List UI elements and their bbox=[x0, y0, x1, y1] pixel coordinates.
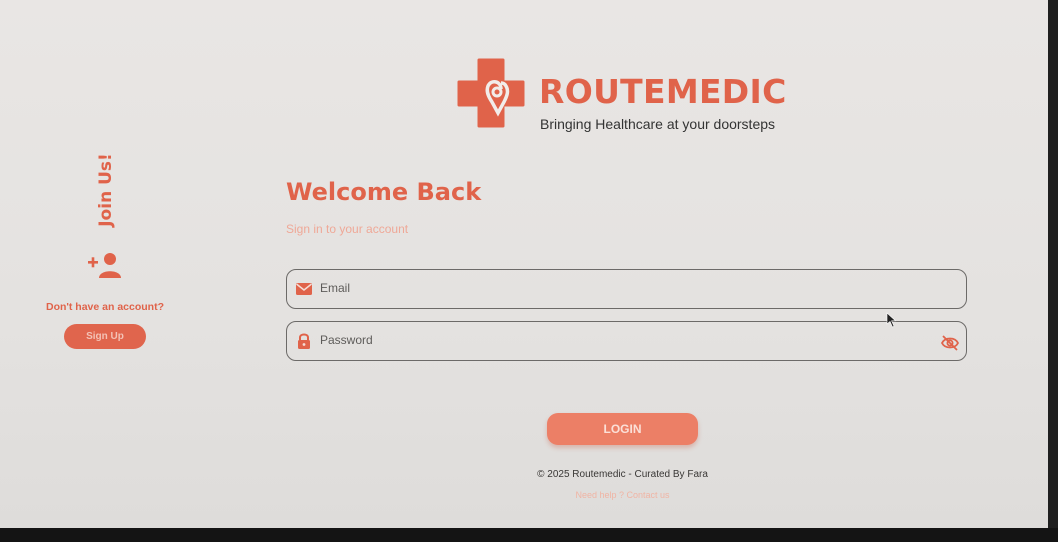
email-placeholder: Email bbox=[320, 281, 351, 295]
sign-up-button[interactable]: Sign Up bbox=[64, 324, 146, 349]
password-field[interactable]: Password bbox=[286, 321, 967, 361]
screen: Join Us! Don't have an account? Sign Up … bbox=[0, 0, 1050, 530]
add-user-icon bbox=[88, 253, 121, 278]
mouse-cursor-icon bbox=[886, 312, 897, 328]
join-us-label: Join Us! bbox=[96, 153, 116, 227]
copyright-text: © 2025 Routemedic - Curated By Fara bbox=[537, 469, 708, 480]
medical-cross-location-pin-icon bbox=[457, 58, 525, 128]
email-field[interactable]: Email bbox=[286, 269, 967, 309]
login-button[interactable]: LOGIN bbox=[547, 413, 698, 445]
help-contact-link[interactable]: Need help ? Contact us bbox=[450, 490, 795, 500]
brand-name: ROUTEMEDIC bbox=[539, 72, 787, 111]
page-title: Welcome Back bbox=[286, 178, 482, 206]
eye-off-icon[interactable] bbox=[940, 334, 960, 352]
screen-bezel-right bbox=[1048, 0, 1058, 542]
password-placeholder: Password bbox=[320, 333, 373, 347]
no-account-text: Don't have an account? bbox=[45, 301, 164, 313]
lock-icon bbox=[298, 333, 310, 349]
brand-tagline: Bringing Healthcare at your doorsteps bbox=[540, 116, 776, 132]
screen-bezel-bottom bbox=[0, 528, 1058, 542]
mail-icon bbox=[296, 283, 312, 295]
page-subtitle: Sign in to your account bbox=[286, 222, 409, 236]
join-us-heading: Join Us! bbox=[84, 150, 128, 234]
